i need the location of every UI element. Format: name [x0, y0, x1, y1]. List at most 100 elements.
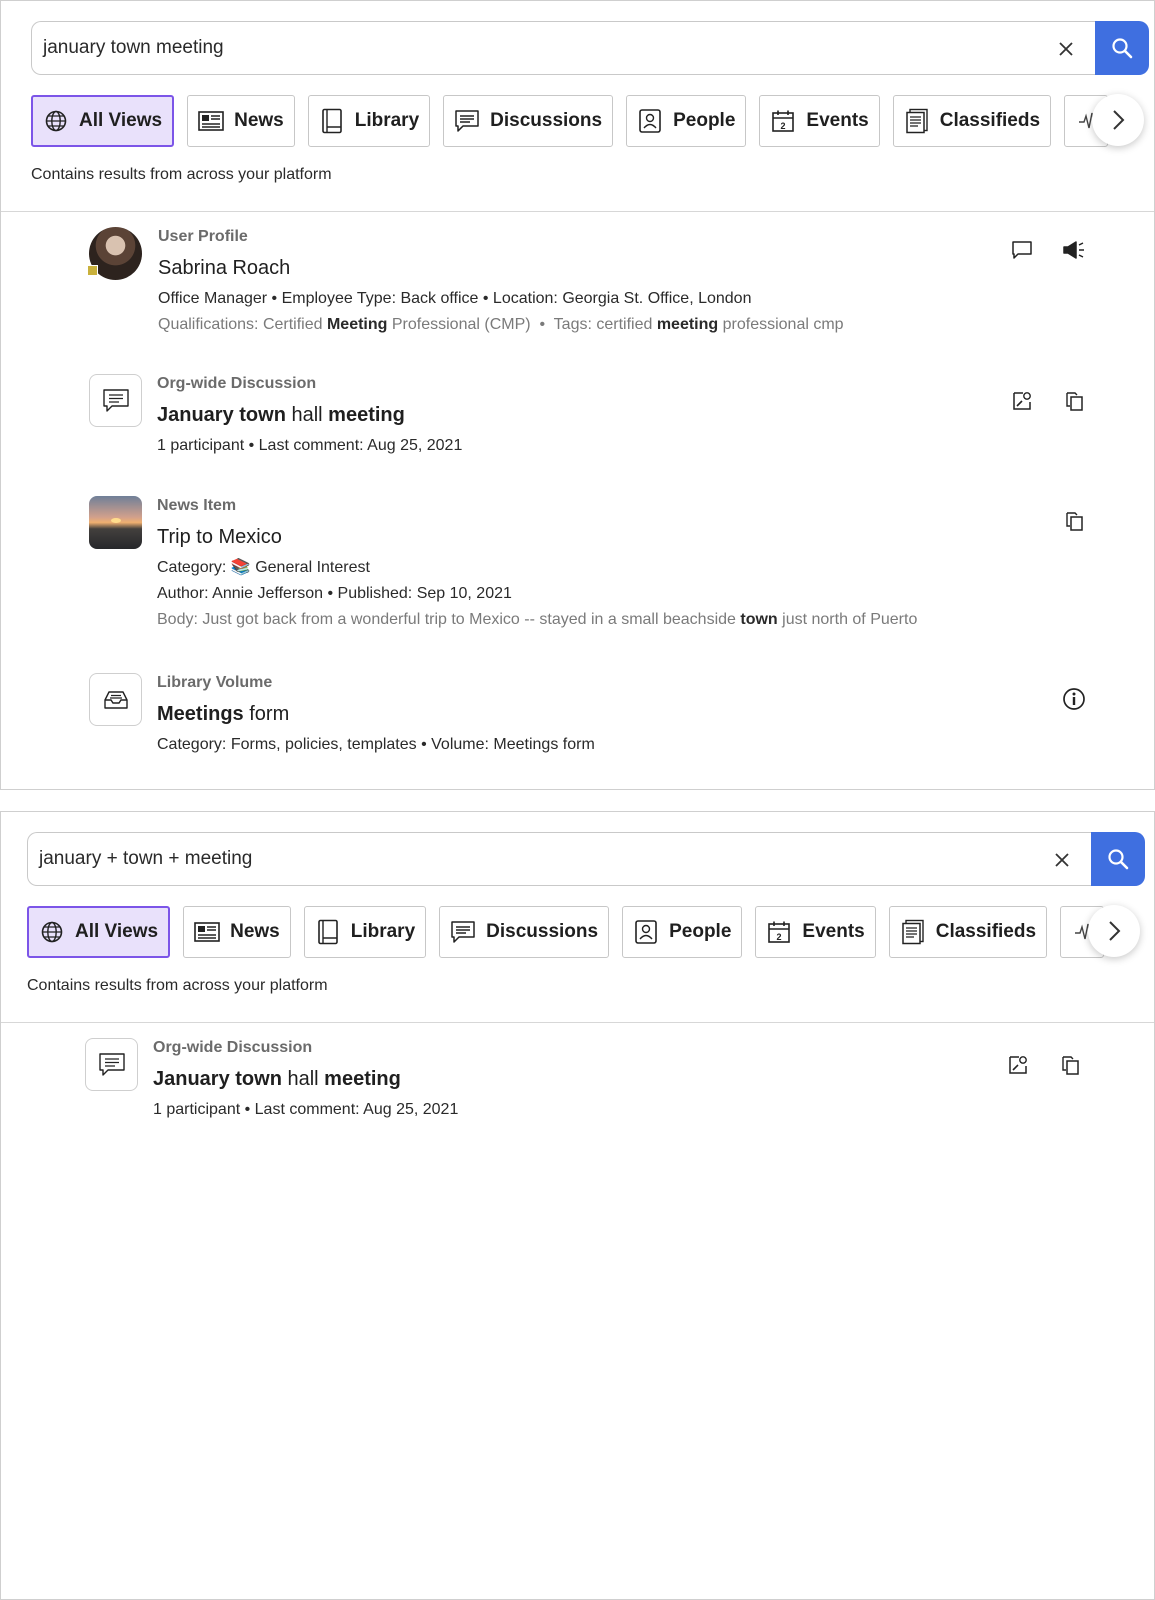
result-kind: Org-wide Discussion [153, 1039, 313, 1056]
chat-lines-icon [98, 1052, 125, 1076]
filter-discussions[interactable]: Discussions [439, 906, 610, 958]
copy-icon [1066, 512, 1083, 531]
chat-lines-icon [102, 388, 129, 412]
result-category: Category: 📚 General Interest [157, 559, 370, 576]
scope-note: Contains results from across your platfo… [27, 977, 328, 994]
search-query-text: january town meeting [43, 37, 224, 58]
filter-people[interactable]: People [626, 95, 747, 147]
copy-button[interactable] [1059, 386, 1089, 416]
book-icon [315, 919, 341, 945]
filter-label: Events [806, 110, 869, 131]
search-query-text: january + town + meeting [39, 848, 253, 869]
search-input[interactable]: january + town + meeting [27, 832, 1091, 886]
filter-label: News [234, 110, 284, 131]
presence-status-badge [87, 265, 98, 276]
filter-events[interactable]: 2 Events [755, 906, 876, 958]
search-input[interactable]: january town meeting [31, 21, 1095, 75]
result-title[interactable]: Trip to Mexico [157, 525, 917, 549]
filter-news[interactable]: News [187, 95, 295, 147]
divider [1, 211, 1154, 212]
result-title[interactable]: Sabrina Roach [158, 256, 844, 280]
result-details: 1 participant • Last comment: Aug 25, 20… [153, 1101, 459, 1118]
books-emoji: 📚 [230, 559, 251, 576]
calendar-icon: 2 [766, 919, 792, 945]
copy-button[interactable] [1059, 506, 1089, 536]
filter-label: People [673, 110, 736, 131]
svg-text:2: 2 [781, 121, 786, 131]
filter-news[interactable]: News [183, 906, 291, 958]
close-icon [1055, 853, 1069, 867]
filter-classifieds[interactable]: Classifieds [892, 95, 1052, 147]
result-title[interactable]: Meetings form [157, 702, 595, 726]
discussion-thumb [85, 1038, 138, 1091]
result-details: Office Manager • Employee Type: Back off… [158, 290, 752, 307]
filter-library[interactable]: Library [303, 906, 427, 958]
result-title[interactable]: January town hall meeting [153, 1067, 458, 1091]
news-thumbnail-image [89, 496, 142, 549]
search-button[interactable] [1091, 832, 1145, 886]
copy-button[interactable] [1055, 1050, 1085, 1080]
clear-search-button[interactable] [1052, 35, 1080, 63]
filter-discussions[interactable]: Discussions [443, 95, 614, 147]
message-icon [1012, 241, 1032, 259]
filter-label: Discussions [486, 921, 599, 942]
result-kind: User Profile [158, 228, 248, 245]
clear-search-button[interactable] [1048, 846, 1076, 874]
book-icon [319, 108, 345, 134]
search-bar: january town meeting [31, 21, 1149, 75]
filter-label: All Views [79, 110, 163, 131]
filter-events[interactable]: 2 Events [759, 95, 880, 147]
svg-text:2: 2 [777, 932, 782, 942]
scroll-filters-right-button[interactable] [1088, 905, 1140, 957]
chevron-right-icon [1113, 110, 1125, 130]
info-icon [1063, 688, 1085, 710]
search-button[interactable] [1095, 21, 1149, 75]
filter-classifieds[interactable]: Classifieds [888, 906, 1048, 958]
edit-note-icon [1013, 392, 1031, 410]
result-body-snippet: Body: Just got back from a wonderful tri… [157, 611, 918, 628]
filter-label: Library [350, 921, 416, 942]
edit-note-button[interactable] [1003, 1050, 1033, 1080]
filter-label: News [230, 921, 280, 942]
result-details: 1 participant • Last comment: Aug 25, 20… [157, 437, 463, 454]
filter-all-views[interactable]: All Views [27, 906, 171, 958]
calendar-icon: 2 [770, 108, 796, 134]
chevron-right-icon [1109, 921, 1121, 941]
result-author: Author: Annie Jefferson • Published: Sep… [157, 585, 512, 602]
copy-icon [1062, 1056, 1079, 1075]
scope-note: Contains results from across your platfo… [31, 166, 332, 183]
filter-label: Events [802, 921, 865, 942]
filter-people[interactable]: People [622, 906, 743, 958]
close-icon [1059, 42, 1073, 56]
filter-label: Library [354, 110, 420, 131]
edit-note-icon [1009, 1056, 1027, 1074]
info-button[interactable] [1059, 684, 1089, 714]
edit-note-button[interactable] [1007, 386, 1037, 416]
newspaper-icon [198, 108, 224, 134]
result-kind: News Item [157, 497, 237, 514]
inbox-tray-icon [103, 690, 128, 709]
filter-bar: All Views News Library Discussions Peopl… [27, 906, 1122, 960]
filter-library[interactable]: Library [307, 95, 431, 147]
announce-button[interactable] [1059, 235, 1089, 265]
search-panel-1: january town meeting All Views News Libr… [0, 0, 1155, 790]
globe-icon [43, 108, 69, 134]
filter-all-views[interactable]: All Views [31, 95, 175, 147]
result-title[interactable]: January town hall meeting [157, 403, 462, 427]
discussion-thumb [89, 374, 142, 427]
result-discussion[interactable]: Org-wide Discussion January town hall me… [89, 374, 1089, 474]
result-library-volume[interactable]: Library Volume Meetings form Category: F… [89, 673, 1089, 773]
search-panel-2: january + town + meeting All Views News … [0, 811, 1155, 1600]
filter-label: Classifieds [939, 110, 1041, 131]
message-button[interactable] [1007, 235, 1037, 265]
filter-label: All Views [75, 921, 159, 942]
filter-bar: All Views News Library Discussions Peopl… [31, 95, 1126, 149]
result-user-profile[interactable]: User Profile Sabrina Roach Office Manage… [87, 227, 1089, 347]
result-news-item[interactable]: News Item Trip to Mexico Category: 📚 Gen… [89, 496, 1089, 646]
result-details: Category: Forms, policies, templates • V… [157, 736, 595, 753]
result-kind: Library Volume [157, 674, 273, 691]
scroll-filters-right-button[interactable] [1092, 94, 1144, 146]
filter-label: Classifieds [935, 921, 1037, 942]
result-discussion[interactable]: Org-wide Discussion January town hall me… [85, 1038, 1085, 1138]
search-icon [1112, 38, 1133, 59]
